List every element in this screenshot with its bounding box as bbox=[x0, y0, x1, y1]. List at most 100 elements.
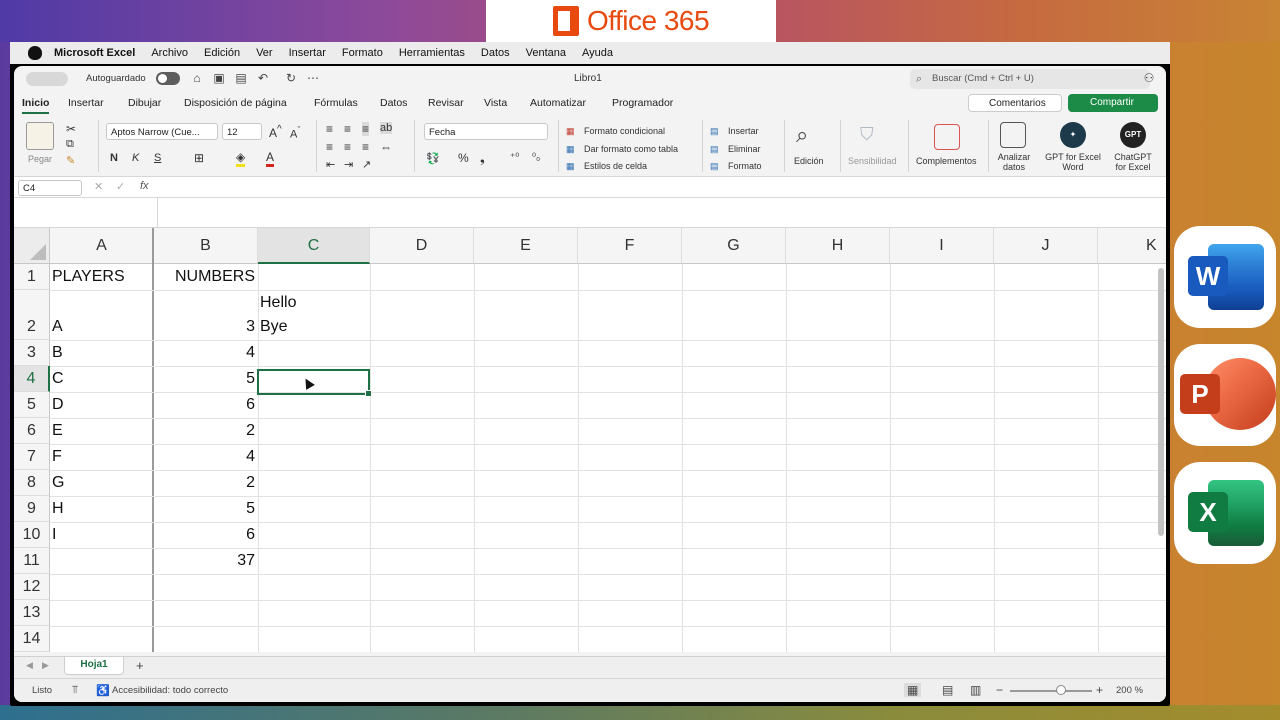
row-header-7[interactable]: 7 bbox=[14, 444, 50, 470]
word-app-icon[interactable]: W bbox=[1174, 226, 1276, 328]
orientation-icon[interactable]: ↗ bbox=[362, 158, 371, 171]
cell-b1[interactable]: NUMBERS bbox=[154, 268, 255, 286]
share-people-icon[interactable]: ⚇ bbox=[1142, 71, 1156, 85]
tab-formulas[interactable]: Fórmulas bbox=[314, 97, 358, 109]
row-header-3[interactable]: 3 bbox=[14, 340, 50, 366]
align-top-icon[interactable]: ≡ bbox=[326, 122, 333, 136]
column-header-d[interactable]: D bbox=[370, 228, 474, 264]
add-sheet-icon[interactable]: + bbox=[136, 658, 144, 673]
row-header-14[interactable]: 14 bbox=[14, 626, 50, 652]
print-icon[interactable]: ▤ bbox=[234, 71, 248, 85]
align-bottom-icon[interactable]: ≡ bbox=[362, 122, 370, 136]
cell-a9[interactable]: H bbox=[52, 500, 64, 518]
column-header-g[interactable]: G bbox=[682, 228, 786, 264]
comments-button[interactable]: Comentarios bbox=[968, 94, 1062, 112]
next-sheet-icon[interactable]: ▶ bbox=[42, 660, 49, 671]
function-icon[interactable]: fx bbox=[140, 180, 149, 192]
font-color-icon[interactable]: A bbox=[266, 150, 275, 167]
cell-a10[interactable]: I bbox=[52, 526, 56, 544]
page-break-icon[interactable]: ▥ bbox=[970, 683, 981, 697]
row-header-6[interactable]: 6 bbox=[14, 418, 50, 444]
cell-b6[interactable]: 2 bbox=[154, 422, 255, 440]
cell-b11[interactable]: 37 bbox=[154, 552, 255, 570]
row-header-4[interactable]: 4 bbox=[14, 366, 50, 392]
conditional-format-icon[interactable]: ▦ bbox=[566, 126, 575, 137]
menu-herramientas[interactable]: Herramientas bbox=[399, 47, 465, 59]
apple-icon[interactable] bbox=[28, 46, 42, 60]
tab-programador[interactable]: Programador bbox=[612, 97, 673, 109]
column-header-a[interactable]: A bbox=[50, 228, 154, 264]
menu-ayuda[interactable]: Ayuda bbox=[582, 47, 613, 59]
name-box[interactable]: C4 bbox=[18, 180, 82, 196]
row-header-12[interactable]: 12 bbox=[14, 574, 50, 600]
cell-a8[interactable]: G bbox=[52, 474, 64, 492]
addins-button[interactable]: Complementos bbox=[916, 156, 977, 166]
column-header-c[interactable]: C bbox=[258, 228, 370, 264]
row-header-8[interactable]: 8 bbox=[14, 470, 50, 496]
comma-icon[interactable]: ❟ bbox=[480, 151, 485, 166]
undo-icon[interactable]: ↶ bbox=[256, 71, 270, 85]
fill-color-icon[interactable]: ◈ bbox=[236, 150, 246, 167]
menu-datos[interactable]: Datos bbox=[481, 47, 510, 59]
zoom-in-icon[interactable]: + bbox=[1096, 683, 1103, 697]
more-icon[interactable]: ⋯ bbox=[306, 71, 320, 85]
cell-c2-line2[interactable]: Bye bbox=[260, 318, 288, 336]
insert-cells-button[interactable]: Insertar bbox=[728, 126, 759, 136]
column-header-k[interactable]: K bbox=[1098, 228, 1166, 264]
number-format-select[interactable]: Fecha bbox=[424, 123, 548, 140]
menu-formato[interactable]: Formato bbox=[342, 47, 383, 59]
accessibility-icon[interactable]: ♿ bbox=[96, 684, 110, 697]
align-middle-icon[interactable]: ≡ bbox=[344, 122, 351, 136]
row-header-13[interactable]: 13 bbox=[14, 600, 50, 626]
analyze-data-icon[interactable] bbox=[1000, 122, 1026, 148]
formula-input[interactable] bbox=[158, 198, 1166, 228]
format-cells-icon[interactable]: ▤ bbox=[710, 161, 719, 172]
cell-b7[interactable]: 4 bbox=[154, 448, 255, 466]
cell-b9[interactable]: 5 bbox=[154, 500, 255, 518]
row-header-9[interactable]: 9 bbox=[14, 496, 50, 522]
tab-datos[interactable]: Datos bbox=[380, 97, 407, 109]
cell-a2[interactable]: A bbox=[52, 318, 63, 336]
powerpoint-app-icon[interactable]: P bbox=[1174, 344, 1276, 446]
font-name-select[interactable]: Aptos Narrow (Cue... bbox=[106, 123, 218, 140]
format-cells-button[interactable]: Formato bbox=[728, 161, 762, 171]
decrease-font-icon[interactable]: Aˇ bbox=[290, 125, 300, 141]
excel-app-icon[interactable]: X bbox=[1174, 462, 1276, 564]
format-as-table-button[interactable]: Dar formato como tabla bbox=[584, 144, 678, 154]
sidebar-toggle-button[interactable] bbox=[26, 72, 68, 86]
font-size-select[interactable]: 12 bbox=[222, 123, 262, 140]
normal-view-icon[interactable]: ▦ bbox=[904, 683, 922, 697]
cancel-icon[interactable]: ✕ bbox=[94, 180, 103, 193]
gpt-excel-word-button[interactable]: GPT for Excel Word bbox=[1044, 152, 1102, 172]
tab-revisar[interactable]: Revisar bbox=[428, 97, 464, 109]
editing-search-icon[interactable]: ⌕ bbox=[796, 122, 808, 148]
zoom-slider[interactable] bbox=[1010, 690, 1092, 692]
tab-insertar[interactable]: Insertar bbox=[68, 97, 104, 109]
menu-ventana[interactable]: Ventana bbox=[526, 47, 566, 59]
zoom-level[interactable]: 200 % bbox=[1116, 685, 1143, 696]
currency-icon[interactable]: 💱 bbox=[426, 152, 440, 165]
analyze-data-button[interactable]: Analizar datos bbox=[996, 152, 1032, 172]
increase-decimal-icon[interactable]: ⁺⁰ bbox=[510, 152, 519, 163]
select-all-button[interactable] bbox=[14, 228, 50, 264]
column-header-f[interactable]: F bbox=[578, 228, 682, 264]
conditional-format-button[interactable]: Formato condicional bbox=[584, 126, 665, 136]
redo-icon[interactable]: ↻ bbox=[284, 71, 298, 85]
enter-icon[interactable]: ✓ bbox=[116, 180, 125, 193]
decrease-decimal-icon[interactable]: ⁰₀ bbox=[532, 152, 540, 163]
accessibility-status[interactable]: Accesibilidad: todo correcto bbox=[112, 685, 228, 696]
cell-b5[interactable]: 6 bbox=[154, 396, 255, 414]
cell-b10[interactable]: 6 bbox=[154, 526, 255, 544]
align-left-icon[interactable]: ≡ bbox=[326, 140, 333, 154]
column-header-h[interactable]: H bbox=[786, 228, 890, 264]
gpt-word-icon[interactable]: ✦ bbox=[1060, 122, 1086, 148]
cell-a3[interactable]: B bbox=[52, 344, 63, 362]
cell-a7[interactable]: F bbox=[52, 448, 62, 466]
paste-icon[interactable] bbox=[26, 122, 54, 150]
search-input[interactable]: ⌕ Buscar (Cmd + Ctrl + U) bbox=[910, 69, 1150, 89]
indent-increase-icon[interactable]: ⇥ bbox=[344, 158, 353, 171]
row-header-2[interactable]: 2 bbox=[14, 290, 50, 340]
delete-cells-icon[interactable]: ▤ bbox=[710, 144, 719, 155]
bold-button[interactable]: N bbox=[110, 152, 118, 164]
save-icon[interactable]: ▣ bbox=[212, 71, 226, 85]
